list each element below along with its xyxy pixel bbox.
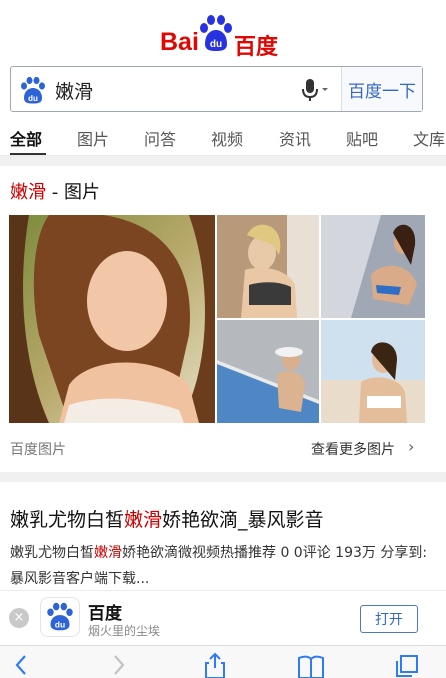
image-source-label: 百度图片: [10, 442, 66, 458]
image-thumbnail[interactable]: [217, 215, 319, 318]
logo-cn-text: 百度: [234, 35, 279, 60]
section-gap: [0, 472, 446, 482]
forward-arrow-icon[interactable]: [104, 652, 134, 678]
image-thumbnail[interactable]: [321, 215, 425, 318]
result-description: 嫩乳尤物白皙嫩滑娇艳欲滴微视频热播推荐 0 0评论 193万 分享到: 暴风影音…: [10, 545, 428, 587]
search-input[interactable]: [55, 75, 285, 105]
image-thumbnail-large[interactable]: [9, 215, 215, 423]
bookmarks-icon[interactable]: [296, 652, 326, 678]
close-icon[interactable]: ×: [9, 608, 29, 628]
browser-toolbar: [0, 645, 446, 678]
tab-qa[interactable]: 问答: [144, 126, 176, 150]
tab-images[interactable]: 图片: [77, 126, 109, 150]
tab-tieba[interactable]: 贴吧: [346, 126, 378, 150]
tab-wenku[interactable]: 文库: [413, 126, 445, 150]
back-arrow-icon[interactable]: [6, 652, 36, 678]
app-download-banner: × du 百度 烟火里的尘埃 打开: [0, 590, 446, 642]
tab-news[interactable]: 资讯: [279, 126, 311, 150]
tab-all[interactable]: 全部: [10, 126, 42, 150]
microphone-icon[interactable]: [299, 77, 331, 103]
baidu-paw-icon: du: [200, 15, 232, 51]
tab-video[interactable]: 视频: [211, 126, 243, 150]
search-bar: du 百度一下: [10, 66, 423, 112]
image-card-title[interactable]: 嫩滑 - 图片: [10, 178, 100, 204]
svg-text:du: du: [55, 619, 65, 629]
open-app-button[interactable]: 打开: [360, 605, 418, 633]
app-name: 百度: [88, 604, 122, 624]
svg-text:du: du: [28, 94, 38, 103]
baidu-app-icon: du: [40, 597, 80, 637]
more-images-link[interactable]: 查看更多图片: [311, 439, 395, 459]
chevron-right-icon[interactable]: ›: [408, 437, 414, 456]
baidu-paw-small-icon: du: [19, 76, 47, 104]
app-subtitle: 烟火里的尘埃: [88, 624, 161, 638]
image-thumbnail[interactable]: [321, 320, 425, 423]
section-gap: [0, 156, 446, 166]
share-icon[interactable]: [200, 652, 230, 678]
logo-word: Bai: [160, 28, 199, 56]
search-button[interactable]: 百度一下: [342, 67, 422, 111]
search-tabs: 全部 图片 问答 视频 资讯 贴吧 文库: [0, 118, 446, 156]
image-thumbnail[interactable]: [217, 320, 319, 423]
svg-text:du: du: [210, 39, 222, 50]
tabs-icon[interactable]: [392, 652, 422, 678]
baidu-logo[interactable]: Bai du 百度: [0, 14, 446, 60]
image-grid: [9, 215, 425, 423]
result-title-link[interactable]: 嫩乳尤物白皙嫩滑娇艳欲滴_暴风影音: [10, 505, 324, 532]
